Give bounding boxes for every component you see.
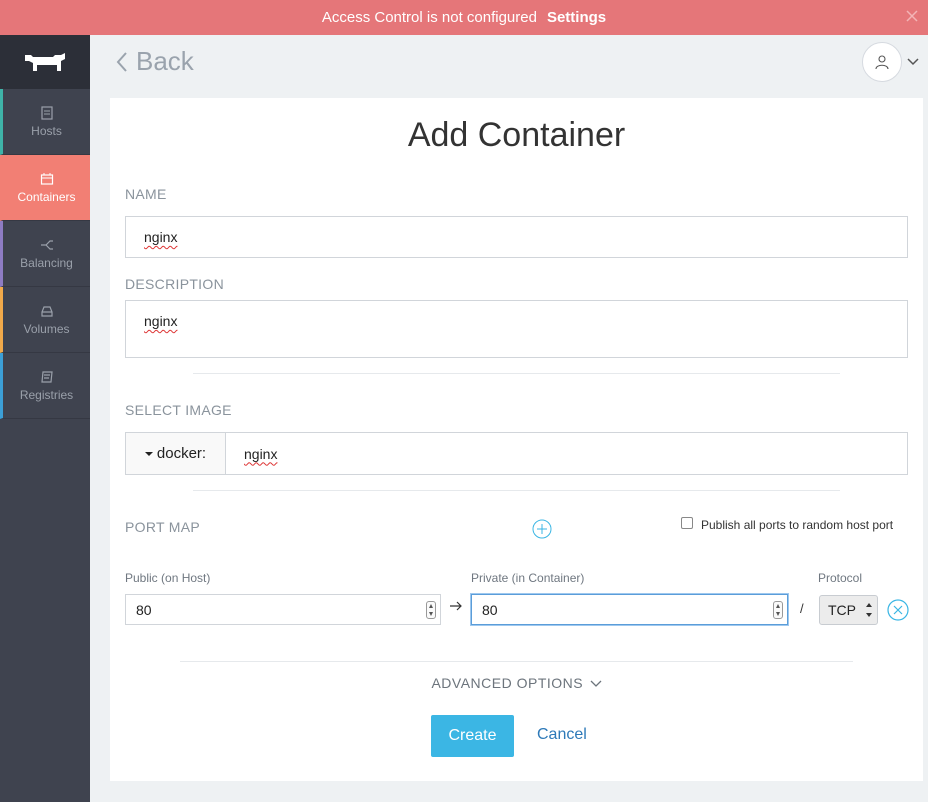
remove-port-icon[interactable] [887,599,909,621]
access-control-banner: Access Control is not configured Setting… [0,0,928,35]
description-value: nginx [144,313,178,329]
divider [180,661,853,662]
port-map-label: PORT MAP [125,519,201,535]
chevron-down-icon [907,58,919,66]
sidebar-item-registries[interactable]: Registries [0,353,90,419]
image-value: nginx [244,445,278,462]
public-port-stepper[interactable] [426,601,436,619]
public-port-label: Public (on Host) [125,571,211,585]
name-value: nginx [144,229,178,245]
back-label: Back [136,46,194,76]
add-container-form: Add Container NAME nginx DESCRIPTION ngi… [110,98,923,781]
port-separator: / [800,601,804,616]
public-port-input[interactable]: 80 [125,594,441,625]
divider [193,490,840,491]
create-button[interactable]: Create [431,715,514,757]
name-label: NAME [125,186,167,202]
close-icon[interactable] [904,8,920,24]
caret-down-icon [144,451,153,456]
sidebar-item-label: Containers [17,189,76,204]
arrow-right-icon [450,601,462,611]
select-arrows-icon [866,603,872,617]
divider [193,373,840,374]
registries-icon [40,370,53,383]
balancing-icon [40,239,53,250]
sidebar-item-hosts[interactable]: Hosts [0,89,90,155]
protocol-select[interactable]: TCP [819,595,878,625]
private-port-stepper[interactable] [773,601,783,619]
name-field[interactable]: nginx [125,216,908,258]
rancher-logo[interactable] [0,35,90,89]
protocol-value: TCP [828,602,856,618]
advanced-options-label: ADVANCED OPTIONS [431,675,584,691]
image-source-label: docker: [156,445,207,462]
sidebar-item-label: Hosts [31,123,62,138]
cow-logo-icon [25,53,65,71]
chevron-left-icon [116,51,127,72]
sidebar-item-volumes[interactable]: Volumes [0,287,90,353]
sidebar-item-label: Registries [19,387,74,402]
hosts-icon [40,105,53,120]
volumes-icon [40,305,53,317]
image-source-dropdown[interactable]: docker: [125,432,226,475]
image-field[interactable]: nginx [225,432,908,475]
chevron-down-icon [590,680,601,687]
page-title: Add Container [407,116,626,154]
add-port-icon[interactable] [532,519,552,539]
avatar[interactable] [862,42,902,82]
description-field[interactable]: nginx [125,300,908,358]
publish-all-label: Publish all ports to random host port [701,518,894,532]
private-port-input[interactable]: 80 [471,594,788,625]
user-menu[interactable] [862,42,920,82]
sidebar-item-label: Balancing [20,255,73,270]
sidebar-item-containers[interactable]: Containers [0,155,90,221]
back-button[interactable]: Back [116,46,194,77]
sidebar-item-balancing[interactable]: Balancing [0,221,90,287]
user-icon [875,55,889,70]
private-port-value: 80 [482,601,498,618]
sidebar: Hosts Containers Balancing Volumes Regis… [0,35,90,802]
advanced-options-toggle[interactable]: ADVANCED OPTIONS [110,675,923,691]
publish-all-checkbox[interactable] [681,517,693,529]
public-port-value: 80 [136,601,152,618]
description-label: DESCRIPTION [125,276,224,292]
cancel-button[interactable]: Cancel [537,726,587,744]
protocol-label: Protocol [818,571,863,585]
private-port-label: Private (in Container) [471,571,585,585]
containers-icon [40,172,53,185]
banner-message: Access Control is not configured [321,9,537,26]
settings-link[interactable]: Settings [547,9,606,26]
select-image-label: SELECT IMAGE [125,402,232,418]
sidebar-item-label: Volumes [23,321,70,336]
